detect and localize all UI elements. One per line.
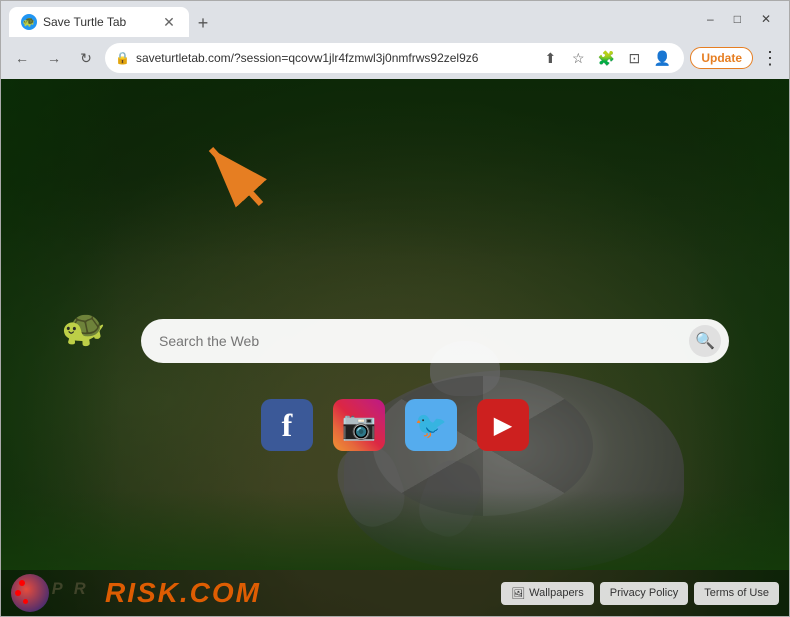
instagram-link[interactable]: 📷 — [333, 399, 385, 451]
search-input[interactable] — [159, 333, 681, 349]
social-icons-row: f 📷 🐦 ▶ — [261, 399, 529, 451]
risk-logo-ball — [11, 574, 49, 612]
twitter-link[interactable]: 🐦 — [405, 399, 457, 451]
search-icon: 🔍 — [695, 331, 715, 351]
arrow-annotation — [196, 134, 276, 214]
page-content: 🐢 🔍 f 📷 🐦 ▶ — [1, 79, 789, 616]
minimize-button[interactable]: – — [701, 10, 720, 28]
profile-icon[interactable]: 👤 — [650, 46, 674, 70]
youtube-link[interactable]: ▶ — [477, 399, 529, 451]
tab-area: 🐢 Save Turtle Tab ✕ + — [9, 1, 697, 37]
turtle-mascot: 🐢 — [61, 307, 106, 349]
window-controls: – □ ✕ — [701, 10, 781, 28]
more-options-button[interactable]: ⋮ — [759, 48, 781, 69]
instagram-icon: 📷 — [342, 409, 377, 442]
search-bar[interactable]: 🔍 — [141, 319, 729, 363]
grass-overlay — [1, 490, 789, 570]
close-button[interactable]: ✕ — [755, 10, 777, 28]
url-actions: ⬆ ☆ 🧩 ⊡ 👤 — [538, 46, 674, 70]
new-tab-button[interactable]: + — [189, 9, 217, 37]
youtube-icon: ▶ — [494, 411, 512, 440]
url-text: saveturtletab.com/?session=qcovw1jlr4fzm… — [136, 51, 532, 65]
bookmark-icon[interactable]: ☆ — [566, 46, 590, 70]
watermark-text: ᴾ ᴿ — [51, 579, 87, 607]
facebook-link[interactable]: f — [261, 399, 313, 451]
facebook-icon: f — [282, 407, 293, 444]
brand-logo: ᴾ ᴿ RISK.COM — [11, 574, 261, 612]
wallpapers-icon: 🖼 — [511, 587, 525, 600]
address-bar: ← → ↻ 🔒 saveturtletab.com/?session=qcovw… — [1, 37, 789, 79]
twitter-icon: 🐦 — [415, 410, 447, 441]
active-tab[interactable]: 🐢 Save Turtle Tab ✕ — [9, 7, 189, 37]
terms-of-use-button[interactable]: Terms of Use — [694, 582, 779, 605]
extensions-icon[interactable]: 🧩 — [594, 46, 618, 70]
bottom-bar: ᴾ ᴿ RISK.COM 🖼 Wallpapers Privacy Policy… — [1, 570, 789, 616]
tab-favicon: 🐢 — [21, 14, 37, 30]
share-icon[interactable]: ⬆ — [538, 46, 562, 70]
tab-title: Save Turtle Tab — [43, 15, 155, 29]
wallpapers-button[interactable]: 🖼 Wallpapers — [501, 582, 594, 605]
maximize-button[interactable]: □ — [728, 10, 747, 28]
lock-icon: 🔒 — [115, 51, 130, 65]
url-bar[interactable]: 🔒 saveturtletab.com/?session=qcovw1jlr4f… — [105, 43, 684, 73]
reload-button[interactable]: ↻ — [73, 45, 99, 71]
update-button[interactable]: Update — [690, 47, 753, 69]
forward-button[interactable]: → — [41, 45, 67, 71]
title-bar: 🐢 Save Turtle Tab ✕ + – □ ✕ — [1, 1, 789, 37]
bottom-actions: 🖼 Wallpapers Privacy Policy Terms of Use — [501, 582, 779, 605]
privacy-policy-button[interactable]: Privacy Policy — [600, 582, 688, 605]
browser-window: 🐢 Save Turtle Tab ✕ + – □ ✕ ← → ↻ 🔒 save… — [0, 0, 790, 617]
back-button[interactable]: ← — [9, 45, 35, 71]
risk-brand-text: RISK.COM — [105, 577, 261, 609]
split-view-icon[interactable]: ⊡ — [622, 46, 646, 70]
search-container: 🔍 — [141, 319, 729, 363]
search-button[interactable]: 🔍 — [689, 325, 721, 357]
tab-close-button[interactable]: ✕ — [161, 14, 177, 30]
